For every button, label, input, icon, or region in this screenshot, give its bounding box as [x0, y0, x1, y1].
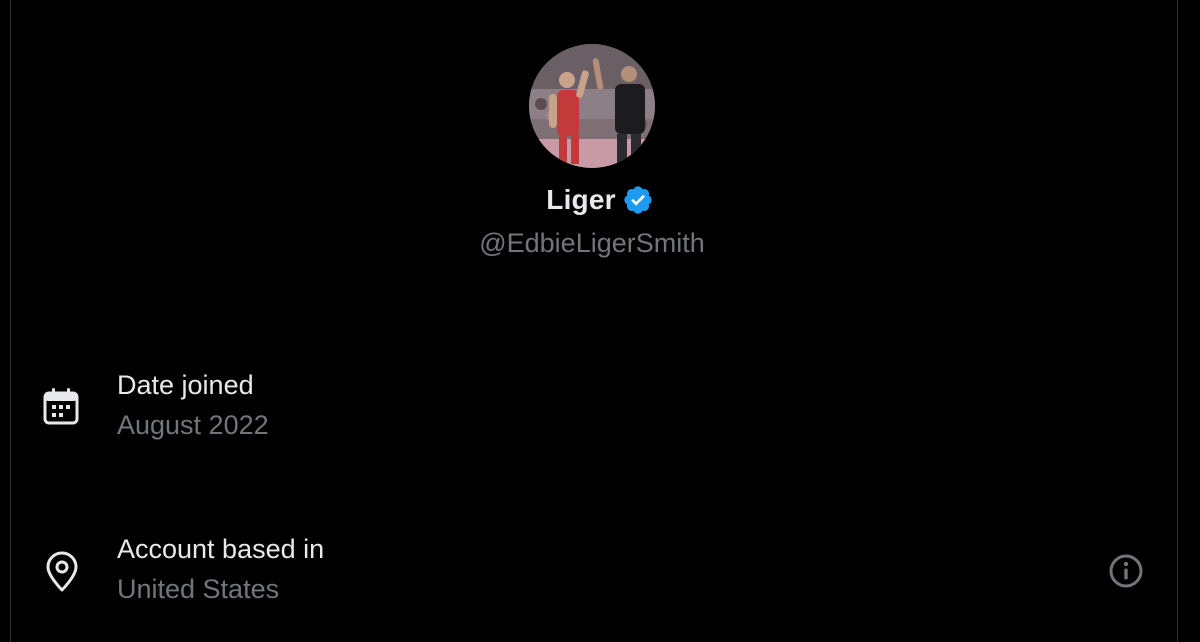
verified-badge-icon: [622, 184, 654, 216]
location-pin-icon: [40, 550, 84, 594]
date-joined-value: August 2022: [117, 410, 269, 440]
calendar-icon: [40, 384, 84, 428]
avatar-photo: [529, 44, 655, 168]
name-row: Liger: [0, 184, 1200, 216]
display-name: Liger: [546, 184, 616, 215]
account-location-row: Account based in United States: [40, 534, 1150, 614]
account-location-value: United States: [117, 574, 280, 604]
date-joined-label: Date joined: [117, 370, 254, 400]
account-location-label: Account based in: [117, 534, 325, 564]
date-joined-row: Date joined August 2022: [40, 370, 1150, 450]
info-icon[interactable]: [1107, 552, 1145, 590]
profile-avatar[interactable]: [529, 44, 655, 168]
profile-handle[interactable]: @EdbieLigerSmith: [0, 228, 1184, 259]
